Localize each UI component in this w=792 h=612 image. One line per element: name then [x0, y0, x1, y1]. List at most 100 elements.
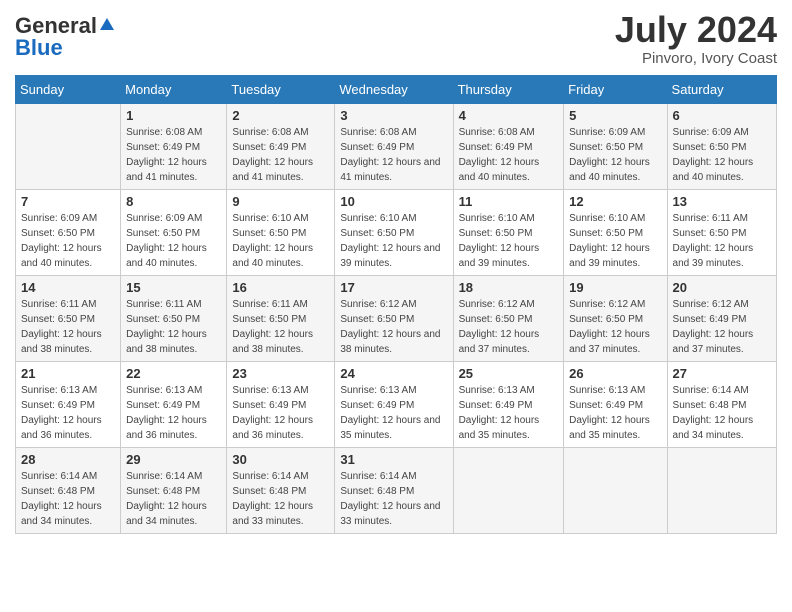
day-header-friday: Friday: [564, 75, 667, 103]
day-info: Sunrise: 6:14 AMSunset: 6:48 PMDaylight:…: [232, 469, 329, 529]
day-info: Sunrise: 6:10 AMSunset: 6:50 PMDaylight:…: [569, 211, 661, 271]
day-info: Sunrise: 6:12 AMSunset: 6:50 PMDaylight:…: [569, 297, 661, 357]
day-number: 9: [232, 194, 329, 209]
day-info: Sunrise: 6:08 AMSunset: 6:49 PMDaylight:…: [459, 125, 559, 185]
calendar-cell: 28 Sunrise: 6:14 AMSunset: 6:48 PMDayligh…: [16, 447, 121, 533]
day-number: 2: [232, 108, 329, 123]
day-number: 14: [21, 280, 115, 295]
title-area: July 2024 Pinvoro, Ivory Coast: [615, 10, 777, 67]
week-row-4: 28 Sunrise: 6:14 AMSunset: 6:48 PMDayligh…: [16, 447, 777, 533]
day-header-saturday: Saturday: [667, 75, 776, 103]
calendar-cell: 31 Sunrise: 6:14 AMSunset: 6:48 PMDayligh…: [335, 447, 453, 533]
week-row-0: 1 Sunrise: 6:08 AMSunset: 6:49 PMDaylight…: [16, 103, 777, 189]
day-number: 22: [126, 366, 221, 381]
calendar-cell: [16, 103, 121, 189]
day-info: Sunrise: 6:12 AMSunset: 6:50 PMDaylight:…: [459, 297, 559, 357]
calendar-cell: 29 Sunrise: 6:14 AMSunset: 6:48 PMDayligh…: [121, 447, 227, 533]
calendar-cell: 11 Sunrise: 6:10 AMSunset: 6:50 PMDayligh…: [453, 189, 564, 275]
week-row-3: 21 Sunrise: 6:13 AMSunset: 6:49 PMDayligh…: [16, 361, 777, 447]
day-info: Sunrise: 6:09 AMSunset: 6:50 PMDaylight:…: [21, 211, 115, 271]
calendar-cell: 7 Sunrise: 6:09 AMSunset: 6:50 PMDaylight…: [16, 189, 121, 275]
logo: General Blue: [15, 10, 116, 59]
calendar-cell: 12 Sunrise: 6:10 AMSunset: 6:50 PMDayligh…: [564, 189, 667, 275]
day-number: 25: [459, 366, 559, 381]
day-info: Sunrise: 6:09 AMSunset: 6:50 PMDaylight:…: [569, 125, 661, 185]
day-header-wednesday: Wednesday: [335, 75, 453, 103]
week-row-2: 14 Sunrise: 6:11 AMSunset: 6:50 PMDayligh…: [16, 275, 777, 361]
day-number: 12: [569, 194, 661, 209]
day-info: Sunrise: 6:13 AMSunset: 6:49 PMDaylight:…: [126, 383, 221, 443]
day-info: Sunrise: 6:14 AMSunset: 6:48 PMDaylight:…: [673, 383, 771, 443]
day-info: Sunrise: 6:11 AMSunset: 6:50 PMDaylight:…: [673, 211, 771, 271]
calendar-cell: 6Sunrise: 6:09 AMSunset: 6:50 PMDaylight…: [667, 103, 776, 189]
calendar-cell: 10 Sunrise: 6:10 AMSunset: 6:50 PMDayligh…: [335, 189, 453, 275]
day-info: Sunrise: 6:08 AMSunset: 6:49 PMDaylight:…: [232, 125, 329, 185]
calendar-cell: [564, 447, 667, 533]
day-number: 21: [21, 366, 115, 381]
day-info: Sunrise: 6:14 AMSunset: 6:48 PMDaylight:…: [340, 469, 447, 529]
calendar-cell: 19 Sunrise: 6:12 AMSunset: 6:50 PMDayligh…: [564, 275, 667, 361]
day-number: 5: [569, 108, 661, 123]
day-number: 11: [459, 194, 559, 209]
day-number: 27: [673, 366, 771, 381]
day-info: Sunrise: 6:13 AMSunset: 6:49 PMDaylight:…: [340, 383, 447, 443]
calendar-cell: 27 Sunrise: 6:14 AMSunset: 6:48 PMDayligh…: [667, 361, 776, 447]
calendar-cell: 3 Sunrise: 6:08 AMSunset: 6:49 PMDaylight…: [335, 103, 453, 189]
day-number: 17: [340, 280, 447, 295]
day-number: 8: [126, 194, 221, 209]
day-header-tuesday: Tuesday: [227, 75, 335, 103]
day-info: Sunrise: 6:09 AMSunset: 6:50 PMDaylight:…: [126, 211, 221, 271]
day-number: 16: [232, 280, 329, 295]
header: General Blue July 2024 Pinvoro, Ivory Co…: [15, 10, 777, 67]
month-year-title: July 2024: [615, 10, 777, 50]
calendar-cell: 9 Sunrise: 6:10 AMSunset: 6:50 PMDaylight…: [227, 189, 335, 275]
day-number: 19: [569, 280, 661, 295]
day-header-sunday: Sunday: [16, 75, 121, 103]
calendar-cell: 22 Sunrise: 6:13 AMSunset: 6:49 PMDayligh…: [121, 361, 227, 447]
calendar-cell: 13 Sunrise: 6:11 AMSunset: 6:50 PMDayligh…: [667, 189, 776, 275]
calendar-cell: 18 Sunrise: 6:12 AMSunset: 6:50 PMDayligh…: [453, 275, 564, 361]
day-number: 24: [340, 366, 447, 381]
calendar-cell: [453, 447, 564, 533]
calendar-cell: 8 Sunrise: 6:09 AMSunset: 6:50 PMDaylight…: [121, 189, 227, 275]
calendar-cell: 17 Sunrise: 6:12 AMSunset: 6:50 PMDayligh…: [335, 275, 453, 361]
day-info: Sunrise: 6:10 AMSunset: 6:50 PMDaylight:…: [459, 211, 559, 271]
calendar-cell: 14 Sunrise: 6:11 AMSunset: 6:50 PMDayligh…: [16, 275, 121, 361]
day-number: 26: [569, 366, 661, 381]
calendar-cell: 15Sunrise: 6:11 AMSunset: 6:50 PMDayligh…: [121, 275, 227, 361]
day-info: Sunrise: 6:09 AMSunset: 6:50 PMDaylight:…: [673, 125, 771, 185]
calendar-cell: 30Sunrise: 6:14 AMSunset: 6:48 PMDayligh…: [227, 447, 335, 533]
day-number: 13: [673, 194, 771, 209]
day-number: 3: [340, 108, 447, 123]
day-info: Sunrise: 6:12 AMSunset: 6:50 PMDaylight:…: [340, 297, 447, 357]
day-number: 18: [459, 280, 559, 295]
calendar-cell: 21 Sunrise: 6:13 AMSunset: 6:49 PMDayligh…: [16, 361, 121, 447]
week-row-1: 7 Sunrise: 6:09 AMSunset: 6:50 PMDaylight…: [16, 189, 777, 275]
day-info: Sunrise: 6:13 AMSunset: 6:49 PMDaylight:…: [21, 383, 115, 443]
location-text: Pinvoro, Ivory Coast: [615, 50, 777, 67]
day-info: Sunrise: 6:14 AMSunset: 6:48 PMDaylight:…: [21, 469, 115, 529]
day-info: Sunrise: 6:14 AMSunset: 6:48 PMDaylight:…: [126, 469, 221, 529]
calendar-cell: 5 Sunrise: 6:09 AMSunset: 6:50 PMDaylight…: [564, 103, 667, 189]
day-info: Sunrise: 6:08 AMSunset: 6:49 PMDaylight:…: [340, 125, 447, 185]
day-number: 28: [21, 452, 115, 467]
day-info: Sunrise: 6:13 AMSunset: 6:49 PMDaylight:…: [232, 383, 329, 443]
day-header-monday: Monday: [121, 75, 227, 103]
calendar-cell: 25Sunrise: 6:13 AMSunset: 6:49 PMDayligh…: [453, 361, 564, 447]
day-header-thursday: Thursday: [453, 75, 564, 103]
day-info: Sunrise: 6:11 AMSunset: 6:50 PMDaylight:…: [21, 297, 115, 357]
day-number: 10: [340, 194, 447, 209]
day-number: 7: [21, 194, 115, 209]
day-number: 29: [126, 452, 221, 467]
calendar-cell: 23Sunrise: 6:13 AMSunset: 6:49 PMDayligh…: [227, 361, 335, 447]
day-number: 31: [340, 452, 447, 467]
day-info: Sunrise: 6:10 AMSunset: 6:50 PMDaylight:…: [232, 211, 329, 271]
calendar-cell: 2 Sunrise: 6:08 AMSunset: 6:49 PMDaylight…: [227, 103, 335, 189]
calendar-cell: 26Sunrise: 6:13 AMSunset: 6:49 PMDayligh…: [564, 361, 667, 447]
logo-blue-text: Blue: [15, 37, 63, 59]
logo-general-text: General: [15, 15, 97, 37]
day-info: Sunrise: 6:10 AMSunset: 6:50 PMDaylight:…: [340, 211, 447, 271]
calendar-cell: 4Sunrise: 6:08 AMSunset: 6:49 PMDaylight…: [453, 103, 564, 189]
day-number: 1: [126, 108, 221, 123]
calendar-table: SundayMondayTuesdayWednesdayThursdayFrid…: [15, 75, 777, 534]
